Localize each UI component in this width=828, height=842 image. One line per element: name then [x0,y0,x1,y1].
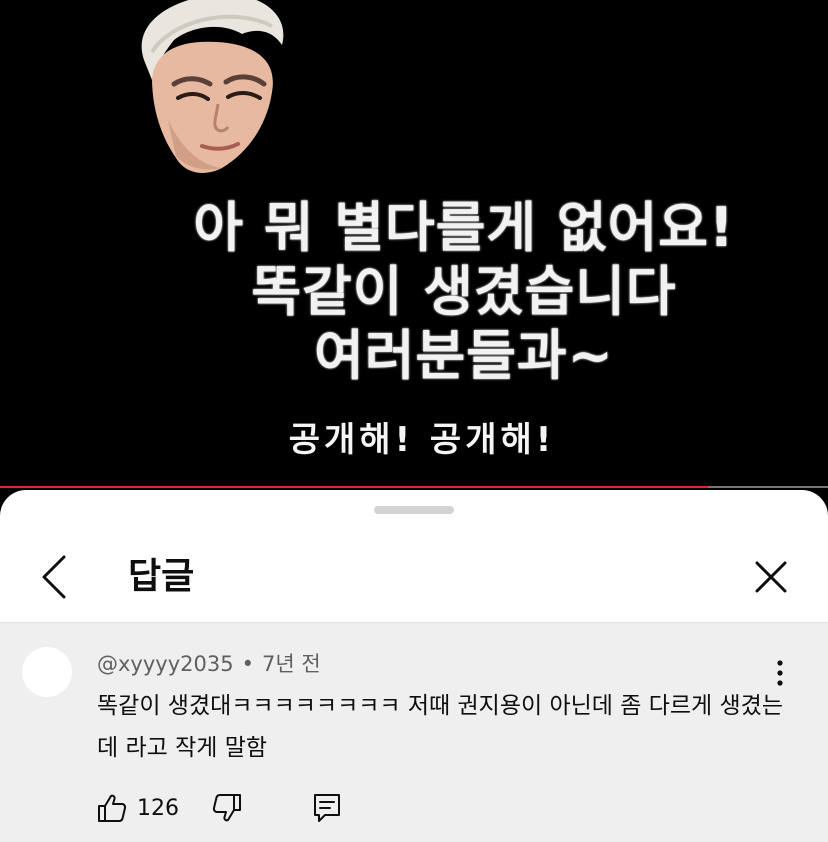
caption-line: 똑같이 생겼습니다 [251,260,677,323]
comment-actions: 126 [97,788,797,828]
thumbs-up-icon [98,794,127,822]
like-button[interactable]: 126 [97,788,179,828]
screen: 아 뭐 별다를게 없어요! 똑같이 생겼습니다 여러분들과~ 공개해! 공개해!… [0,0,828,842]
more-vertical-icon [777,660,783,686]
face-image [141,0,284,173]
video-caption: 아 뭐 별다를게 없어요! 똑같이 생겼습니다 여러분들과~ [0,196,828,388]
caption-line: 여러분들과~ [314,324,614,387]
avatar[interactable] [22,647,72,697]
video-progress-bar[interactable] [0,486,828,488]
comment-text: 똑같이 생겼대ㅋㅋㅋㅋㅋㅋㅋㅋ 저때 권지용이 아닌데 좀 다르게 생겼는데 라… [97,693,783,761]
sheet-title: 답글 [128,556,195,597]
video-progress-fill [0,486,708,488]
like-count: 126 [137,795,179,821]
close-button[interactable] [746,552,796,602]
comment-time: 7년 전 [261,652,321,676]
reply-button[interactable] [307,788,347,828]
sheet-drag-handle[interactable] [374,506,454,514]
dislike-button[interactable] [207,788,247,828]
chevron-left-icon [42,555,66,599]
thumbs-down-icon [212,794,241,822]
back-button[interactable] [30,552,80,602]
replies-sheet: 답글 @xyyyy2035•7년 전 똑같이 생겼대ㅋㅋㅋㅋㅋㅋㅋㅋ 저때 [0,490,828,842]
video-subcaption: 공개해! 공개해! [288,420,556,460]
caption-line: 아 뭐 별다를게 없어요! [193,196,735,259]
comment-item: @xyyyy2035 • 7년 전 똑같이 생겼대ㅋㅋㅋㅋㅋㅋㅋㅋ 저때 권지용이 … [0,623,828,842]
sheet-header: 답글 [0,534,828,622]
comment-meta: @xyyyy2035 • 7년 전 [97,649,321,679]
close-icon [755,561,787,593]
video-player[interactable]: 아 뭐 별다를게 없어요! 똑같이 생겼습니다 여러분들과~ 공개해! 공개해! [0,0,828,488]
meta-separator: • [241,652,254,676]
reply-icon [314,794,340,822]
comment-author[interactable]: @xyyyy2035 [97,652,234,676]
